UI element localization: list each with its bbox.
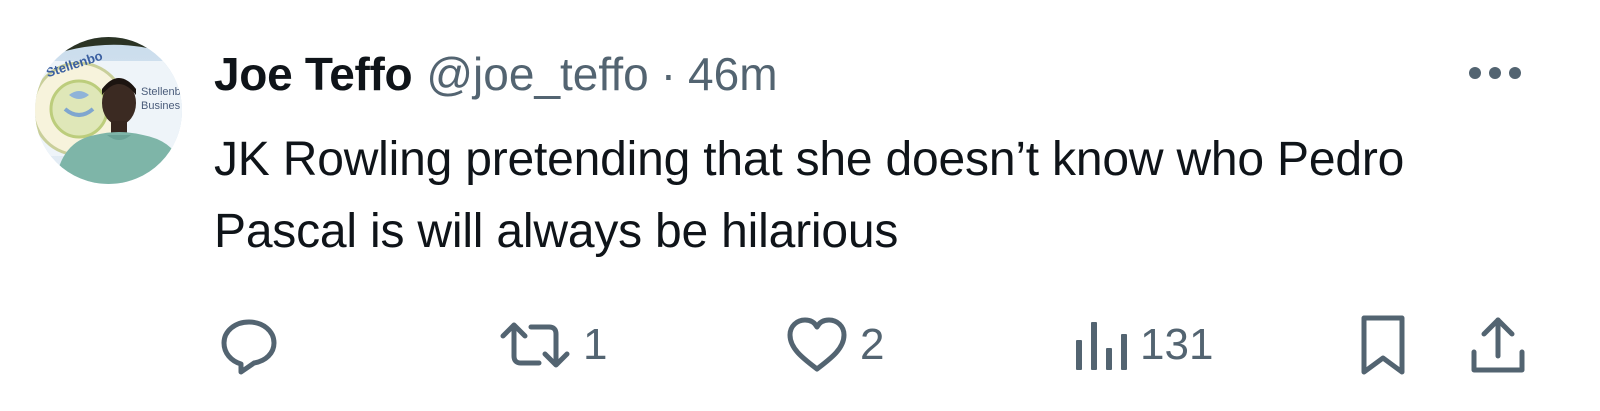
separator-dot: · bbox=[660, 48, 677, 100]
heart-icon bbox=[787, 317, 847, 372]
like-count: 2 bbox=[860, 320, 885, 369]
avatar-sign-text-right-2: Busines bbox=[141, 100, 181, 112]
share-button[interactable] bbox=[1468, 310, 1528, 380]
retweet-count: 1 bbox=[583, 320, 608, 369]
bookmark-icon bbox=[1361, 315, 1405, 375]
views-icon bbox=[1076, 322, 1127, 370]
user-handle[interactable]: @joe_teffo bbox=[426, 44, 648, 104]
views-count: 131 bbox=[1140, 320, 1214, 369]
like-button[interactable]: 2 bbox=[784, 310, 884, 380]
avatar-sign-text-right: Stellenb bbox=[141, 86, 181, 98]
avatar-image: Stellenbo Stellenb Busines bbox=[35, 37, 182, 184]
reply-icon bbox=[221, 319, 277, 375]
avatar[interactable]: Stellenbo Stellenb Busines bbox=[35, 37, 182, 184]
more-horizontal-icon bbox=[1469, 67, 1521, 79]
share-icon bbox=[1471, 317, 1525, 373]
tweet-text: JK Rowling pretending that she doesn’t k… bbox=[214, 133, 1405, 258]
tweet-card[interactable]: Stellenbo Stellenb Busines Joe Teffo @jo… bbox=[0, 0, 1600, 411]
action-bar: 1 2 131 bbox=[0, 310, 1600, 380]
display-name[interactable]: Joe Teffo bbox=[214, 44, 413, 104]
tweet-header: Joe Teffo @joe_teffo · 46m bbox=[214, 44, 778, 104]
tweet-timestamp[interactable]: 46m bbox=[688, 44, 777, 104]
views-button[interactable]: 131 bbox=[1072, 310, 1213, 380]
bookmark-button[interactable] bbox=[1356, 310, 1410, 380]
retweet-button[interactable]: 1 bbox=[497, 310, 607, 380]
more-options-button[interactable] bbox=[1466, 60, 1526, 90]
reply-button[interactable] bbox=[218, 310, 280, 380]
retweet-icon bbox=[500, 322, 570, 368]
